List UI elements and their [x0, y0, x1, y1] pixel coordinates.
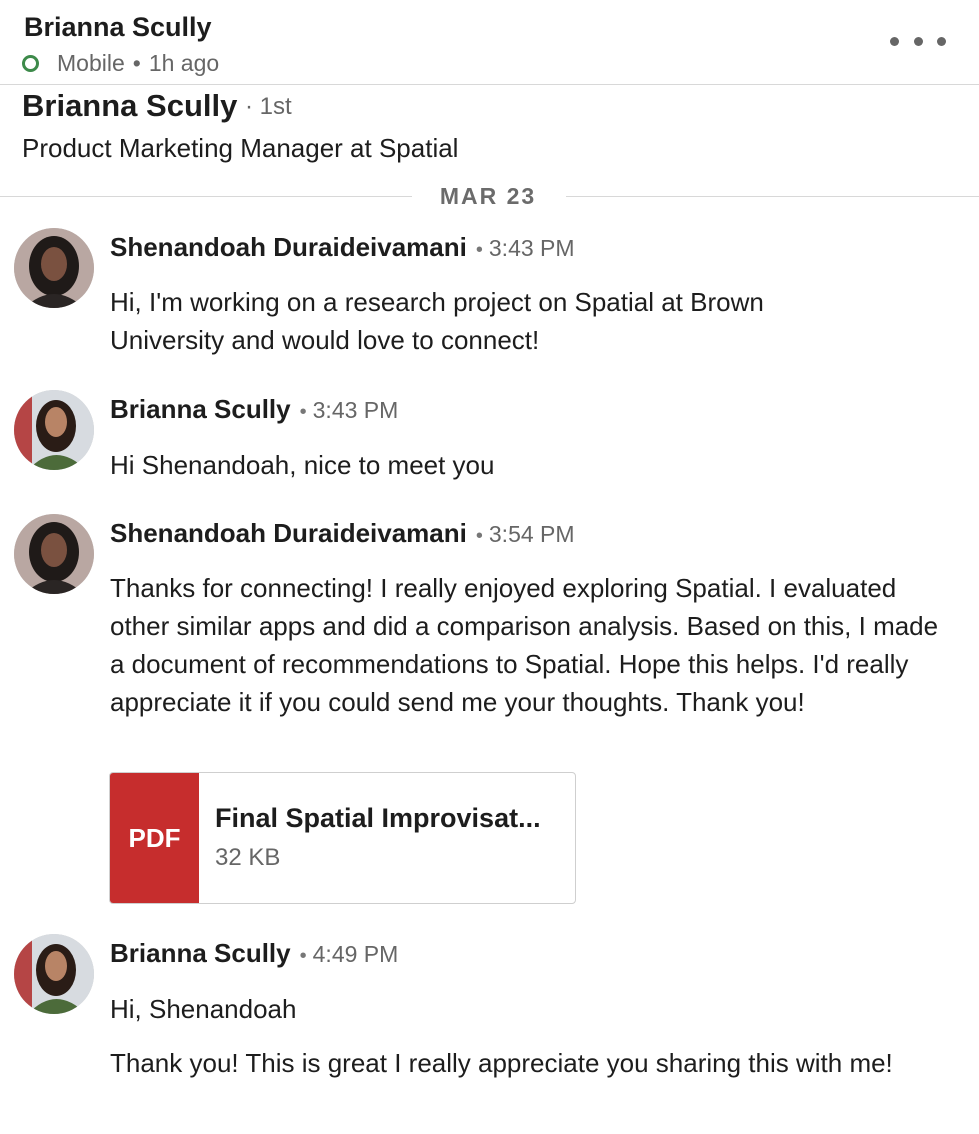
message-text: Hi Shenandoah, nice to meet you — [110, 450, 495, 480]
separator-dot: • — [475, 239, 483, 261]
date-divider-line — [566, 196, 979, 197]
message-text: Hi, I'm working on a research project on… — [110, 287, 764, 355]
online-status-icon — [22, 55, 39, 72]
status-label: Mobile — [57, 50, 125, 76]
file-size: 32 KB — [215, 844, 281, 871]
separator-dot: • — [475, 525, 483, 547]
profile-headline: Product Marketing Manager at Spatial — [22, 133, 459, 163]
separator-dot: • — [299, 401, 307, 423]
status-separator: • — [132, 50, 141, 76]
profile-photo-shenandoah — [14, 514, 94, 594]
message-time: 3:54 PM — [488, 521, 575, 547]
conversation-title[interactable]: Brianna Scully — [24, 12, 212, 43]
conversation-header: Brianna Scully Mobile • 1h ago — [0, 0, 979, 85]
message-text: Thank you! This is great I really apprec… — [110, 1048, 893, 1078]
pdf-file-icon: PDF — [110, 773, 199, 903]
date-divider-line — [0, 196, 412, 197]
more-options-icon[interactable] — [890, 26, 946, 56]
profile-photo-brianna — [14, 934, 94, 1014]
message-header: Brianna Scully • 3:43 PM — [110, 394, 398, 425]
message-time: 3:43 PM — [312, 397, 399, 423]
avatar[interactable] — [14, 514, 94, 594]
profile-name[interactable]: Brianna Scully — [22, 88, 237, 124]
message-time: 4:49 PM — [312, 941, 399, 967]
file-name: Final Spatial Improvisat... — [215, 803, 541, 833]
message-header: Shenandoah Duraideivamani • 3:43 PM — [110, 232, 575, 263]
message-header: Shenandoah Duraideivamani • 3:54 PM — [110, 518, 575, 549]
last-active-label: 1h ago — [148, 50, 220, 76]
sender-name[interactable]: Brianna Scully — [110, 938, 291, 969]
message-text: Thanks for connecting! I really enjoyed … — [110, 573, 939, 717]
avatar[interactable] — [14, 934, 94, 1014]
avatar[interactable] — [14, 390, 94, 470]
separator-dot: • — [299, 945, 307, 967]
message-header: Brianna Scully • 4:49 PM — [110, 938, 398, 969]
profile-photo-shenandoah — [14, 228, 94, 308]
sender-name[interactable]: Brianna Scully — [110, 394, 291, 425]
message-time: 3:43 PM — [488, 235, 575, 261]
sender-name[interactable]: Shenandoah Duraideivamani — [110, 232, 467, 263]
file-info: Final Spatial Improvisat... 32 KB — [199, 773, 541, 903]
pdf-attachment[interactable]: PDF Final Spatial Improvisat... 32 KB — [109, 772, 576, 904]
connection-degree: · 1st — [245, 93, 292, 120]
date-divider: MAR 23 — [439, 183, 537, 209]
message-text: Hi, Shenandoah — [110, 994, 297, 1024]
avatar[interactable] — [14, 228, 94, 308]
presence-status: Mobile • 1h ago — [22, 50, 219, 77]
profile-photo-brianna — [14, 390, 94, 470]
sender-name[interactable]: Shenandoah Duraideivamani — [110, 518, 467, 549]
